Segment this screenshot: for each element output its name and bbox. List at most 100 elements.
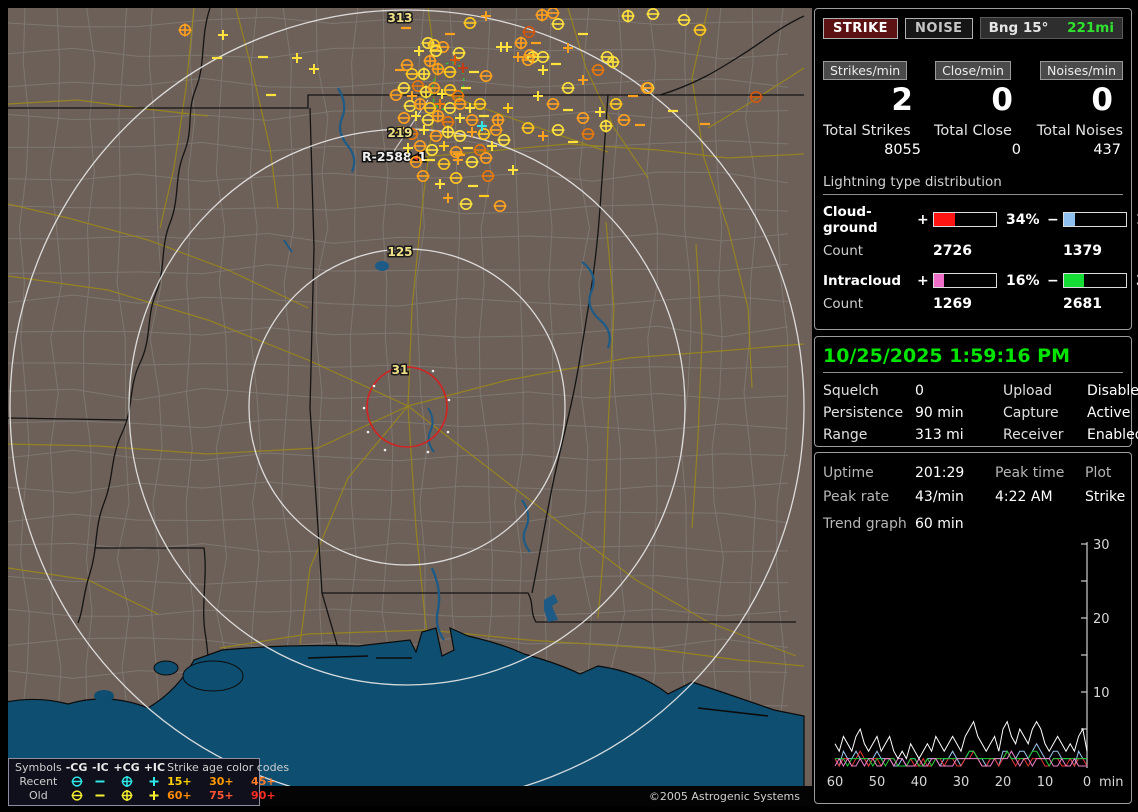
count-label: Count xyxy=(823,295,864,312)
legend-text: -IC xyxy=(92,761,109,774)
legend-mic-icon xyxy=(91,789,109,803)
strikes-per-min-header: Strikes/min xyxy=(823,61,908,80)
lake-pontchartrain xyxy=(182,660,244,692)
noises-per-min-value: 0 xyxy=(1091,82,1113,118)
legend-text: 45+ xyxy=(251,775,276,788)
ring-label-31: 31 xyxy=(392,363,409,377)
legend-text: Recent xyxy=(19,775,58,788)
legend-age-row: 60+ 75+ 90+ xyxy=(167,789,289,803)
intracloud-count-row: Count 1269 2681 xyxy=(823,296,1123,312)
total-strikes-label: Total Strikes xyxy=(823,122,911,139)
plus-sign: + xyxy=(917,211,929,228)
total-strikes-value: 8055 xyxy=(884,141,921,158)
legend-text: Symbols xyxy=(15,761,62,774)
cg-negative-count: 1379 xyxy=(1063,242,1102,259)
peak-rate-value: 43/min xyxy=(915,489,964,505)
ic-negative-count: 2681 xyxy=(1063,295,1102,312)
legend-text: 15+ xyxy=(167,775,192,788)
ic-negative-bar xyxy=(1063,273,1127,289)
stats-box: STRIKE NOISE Bng 15° 221mi Strikes/min 2… xyxy=(814,8,1138,330)
total-noises-label: Total Noises xyxy=(1036,122,1123,139)
map-legend: Symbols Recent Old -CG -IC +CG +IC Strike age c… xyxy=(8,758,289,806)
intracloud-row: Intracloud + 16% − 33% xyxy=(823,272,1138,289)
total-noises-value: 437 xyxy=(1093,141,1121,158)
svg-text:20: 20 xyxy=(995,775,1012,790)
svg-text:10: 10 xyxy=(1037,775,1054,790)
legend-text: -CG xyxy=(65,761,88,774)
legend-text: Strike age color codes xyxy=(167,761,290,774)
ic-positive-pct: 16% xyxy=(1006,272,1040,289)
cg-negative-pct: 17% xyxy=(1131,212,1138,228)
squelch-label: Squelch xyxy=(823,383,879,399)
total-close-value: 0 xyxy=(1011,141,1021,158)
range-value: 313 mi xyxy=(915,427,964,443)
legend-text: 60+ xyxy=(167,789,192,802)
ic-positive-bar xyxy=(933,273,997,289)
bearing-badge: Bng 15° 221mi xyxy=(979,17,1123,39)
minus-sign: − xyxy=(1047,272,1059,289)
ring-label-219: 219 xyxy=(387,126,412,140)
receiver-label: Receiver xyxy=(1003,427,1064,443)
cloud-ground-label: Cloud-ground xyxy=(823,203,878,236)
strike-button[interactable]: STRIKE xyxy=(823,17,899,39)
persistence-value: 90 min xyxy=(915,405,964,421)
cloud-ground-row: Cloud-ground + 34% − 17% xyxy=(823,203,1138,236)
noises-per-min-column: Noises/min 0 Total Noises 437 xyxy=(1023,61,1123,158)
close-per-min-header: Close/min xyxy=(935,61,1011,80)
strikes-per-min-value: 2 xyxy=(891,82,913,118)
svg-text:10: 10 xyxy=(1093,686,1110,701)
uptime-label: Uptime xyxy=(823,465,874,481)
app-window: { "map": { "copyright": "©2005 Astrogeni… xyxy=(0,0,1138,812)
datetime-display: 10/25/2025 1:59:16 PM xyxy=(823,345,1123,373)
trend-graph-label: Trend graph xyxy=(823,516,907,532)
uptime-value: 201:29 xyxy=(915,465,965,481)
status-box: 10/25/2025 1:59:16 PM Squelch 0 Upload D… xyxy=(814,336,1138,447)
legend-text: 75+ xyxy=(209,789,234,802)
trend-series-pos_ic xyxy=(834,750,1087,768)
ic-negative-pct: 33% xyxy=(1131,273,1138,289)
trend-window-value: 60 min xyxy=(915,516,964,532)
capture-status: Active xyxy=(1087,405,1131,421)
noises-per-min-header: Noises/min xyxy=(1040,61,1123,80)
legend-pic-icon xyxy=(144,775,165,789)
legend-mcg-icon xyxy=(66,775,88,789)
legend-text: +IC xyxy=(143,761,166,774)
total-close-label: Total Close xyxy=(934,122,1012,139)
bearing-distance: 221mi xyxy=(1067,20,1114,36)
svg-text:30: 30 xyxy=(1093,538,1110,553)
ring-label-313: 313 xyxy=(387,11,412,25)
svg-text:50: 50 xyxy=(869,775,886,790)
legend-age-row: 15+ 30+ 45+ xyxy=(167,775,289,789)
legend-pic-icon xyxy=(144,789,165,803)
cg-positive-bar xyxy=(933,212,997,228)
svg-text:30: 30 xyxy=(953,775,970,790)
legend-pcg-icon xyxy=(113,775,139,789)
legend-text: +CG xyxy=(113,761,140,774)
trend-graph-chart: 10 20 30 60 50 40 30 20 10 0 min xyxy=(827,538,1124,790)
trend-series-neg_cg xyxy=(834,742,1087,768)
noise-button[interactable]: NOISE xyxy=(905,17,973,39)
persistence-label: Persistence xyxy=(823,405,904,421)
capture-label: Capture xyxy=(1003,405,1059,421)
range-label: Range xyxy=(823,427,868,443)
intracloud-label: Intracloud xyxy=(823,272,902,289)
svg-text:20: 20 xyxy=(1093,612,1110,627)
upload-status: Disabled xyxy=(1087,383,1138,399)
legend-text: 90+ xyxy=(251,789,276,802)
peak-time-label: Peak time xyxy=(995,465,1065,481)
ring-label-125: 125 xyxy=(387,245,412,259)
distribution-heading: Lightning type distribution xyxy=(823,174,1123,195)
cg-negative-bar xyxy=(1063,212,1127,228)
legend-text: Old xyxy=(29,789,48,802)
legend-pcg-icon xyxy=(113,789,139,803)
legend-text: 30+ xyxy=(209,775,234,788)
lightning-strike-map[interactable]: R-2588◂1 31321912531 xyxy=(8,8,812,786)
plot-value: Strike xyxy=(1085,489,1126,505)
minus-sign: − xyxy=(1047,211,1059,228)
count-label: Count xyxy=(823,242,864,259)
close-per-min-column: Close/min 0 Total Close 0 xyxy=(923,61,1023,158)
upload-label: Upload xyxy=(1003,383,1053,399)
legend-mcg-icon xyxy=(66,789,88,803)
plot-label: Plot xyxy=(1085,465,1112,481)
strike-map-panel: R-2588◂1 313 219 125 31 ©2005 Astrogenic Sy… xyxy=(8,8,812,806)
